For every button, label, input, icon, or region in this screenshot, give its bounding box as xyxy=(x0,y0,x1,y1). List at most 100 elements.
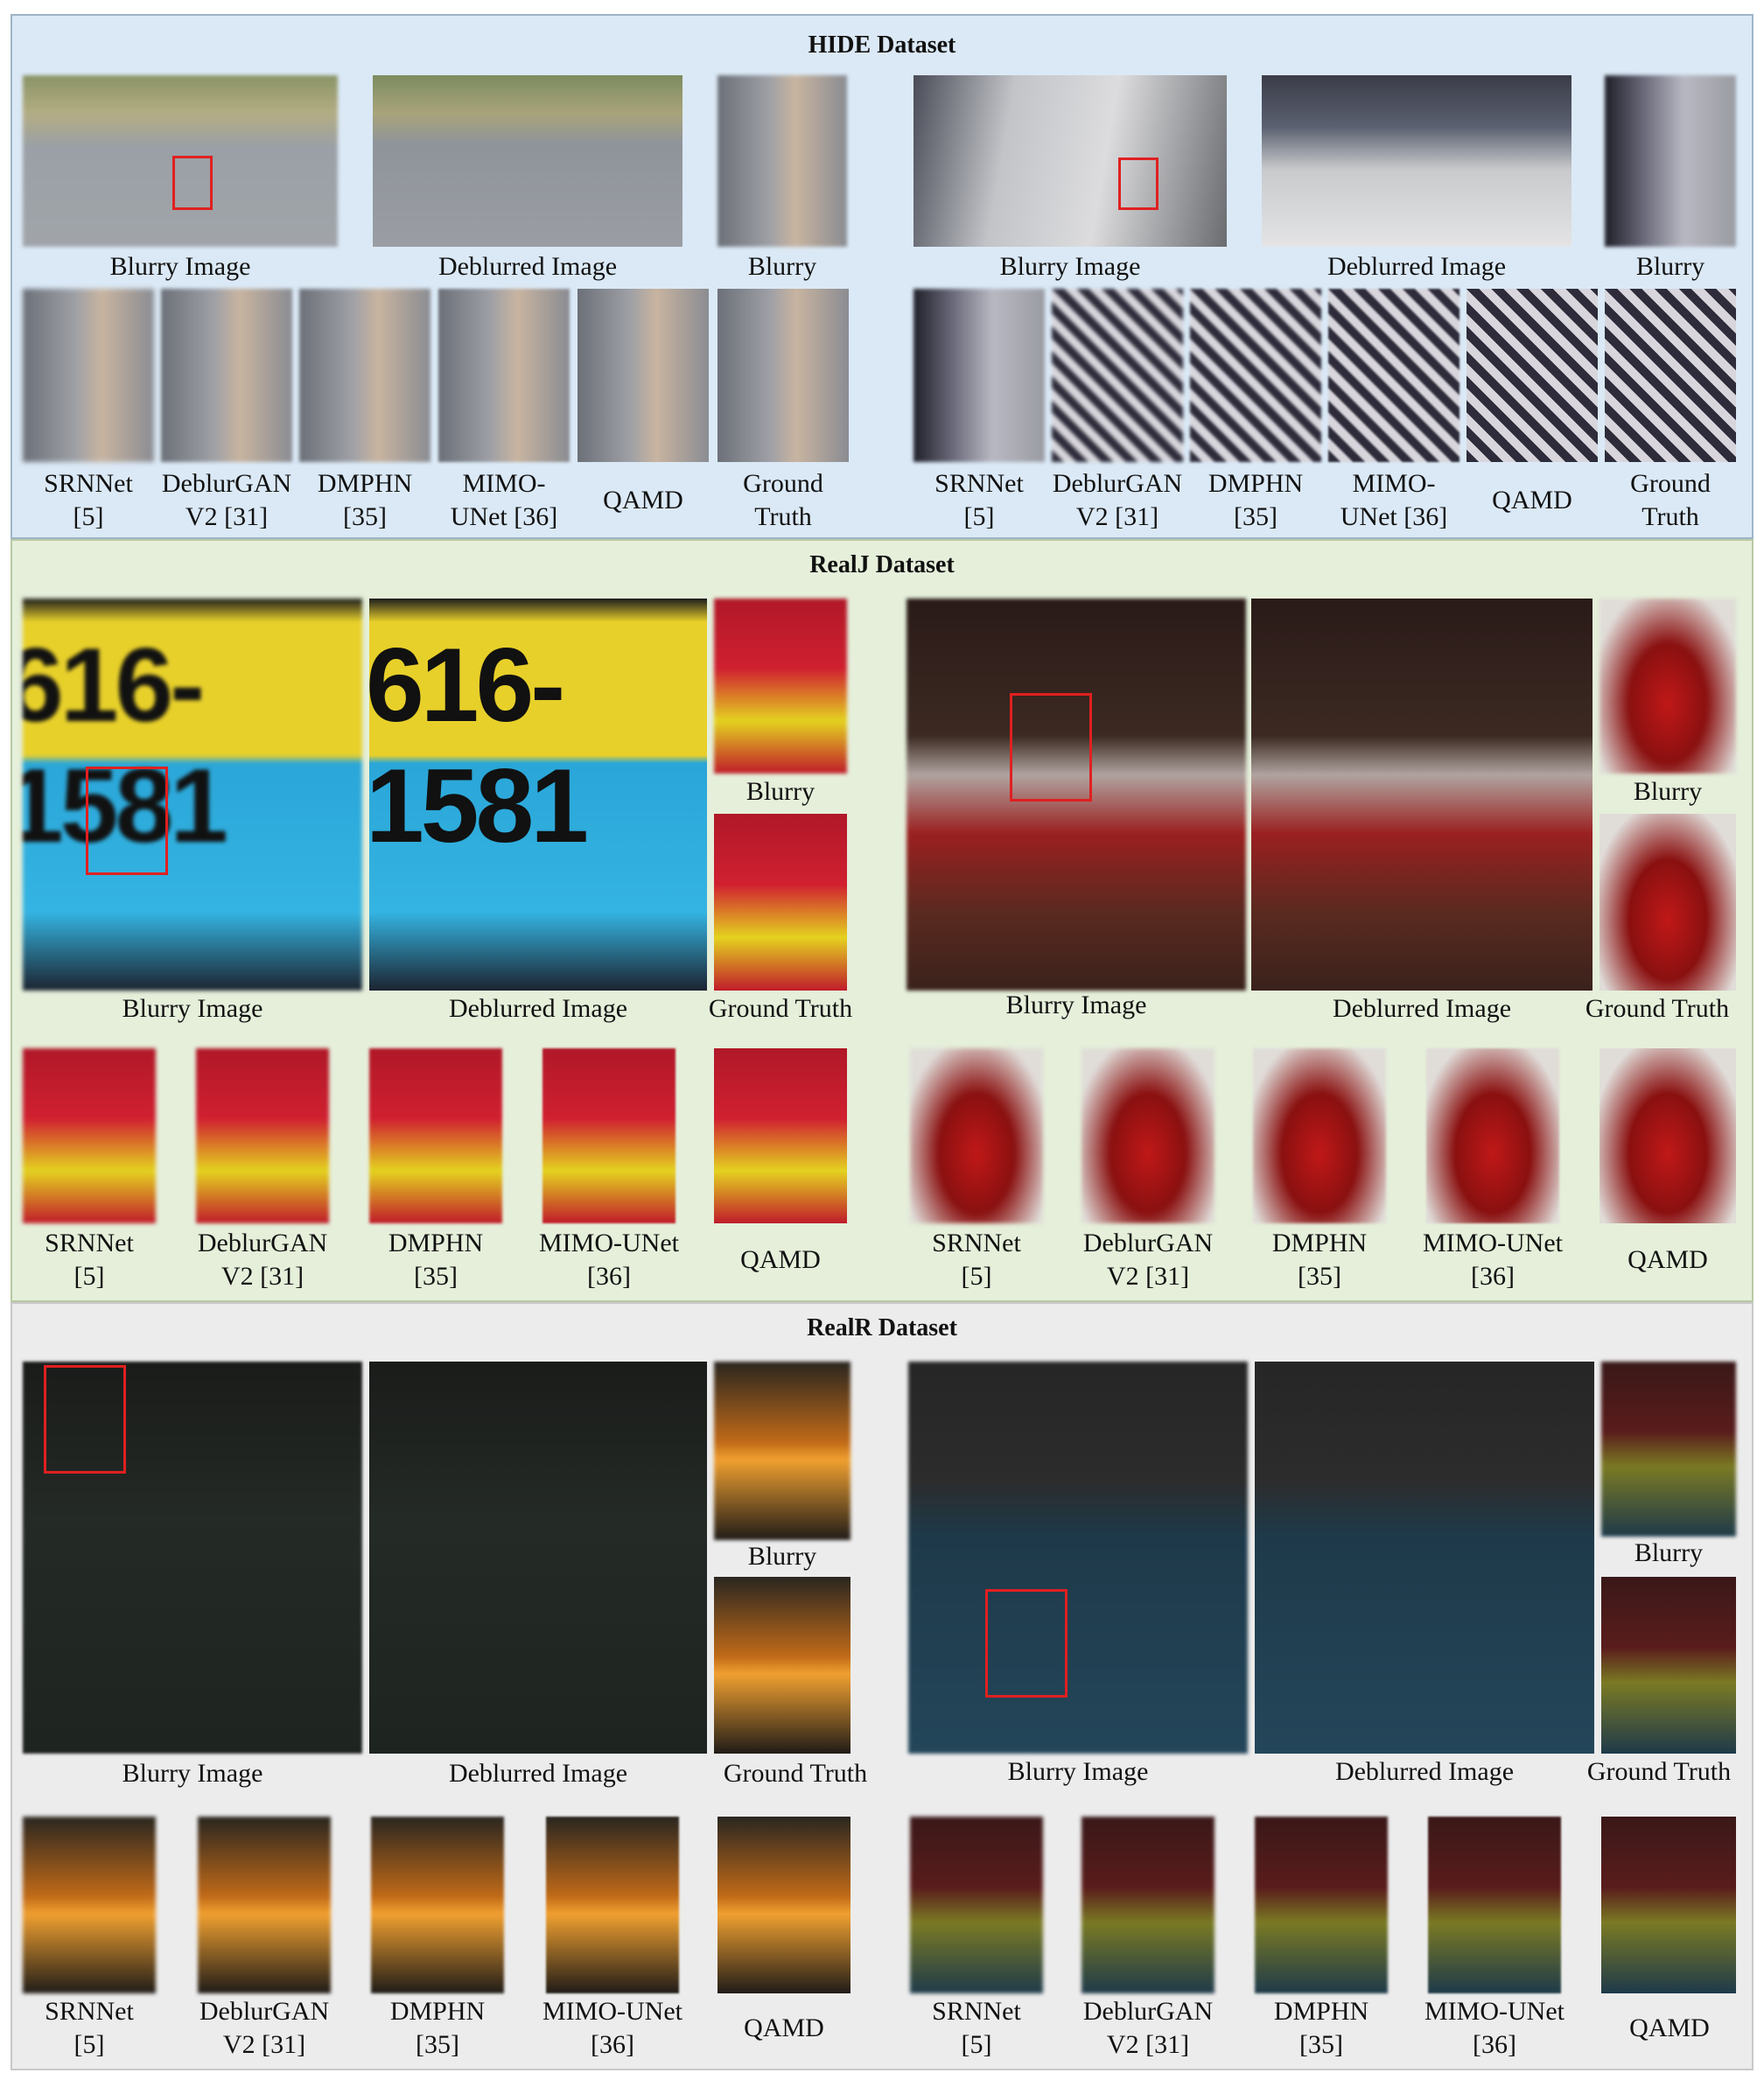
realj-panel: RealJ Dataset 616-1581 616-1581 Blurry B… xyxy=(10,539,1754,1302)
label-ground-truth: Ground Truth xyxy=(1585,994,1730,1023)
label-blurry-image: Blurry Image xyxy=(1007,1757,1149,1786)
crop-srnnet xyxy=(914,289,1045,462)
realr-left-blurry-crop xyxy=(714,1362,850,1540)
sign-number: 616-1581 xyxy=(23,627,228,865)
crop-srnnet xyxy=(910,1048,1043,1223)
crop-srnnet xyxy=(23,1817,156,1993)
label-blurry-image: Blurry Image xyxy=(999,252,1141,281)
realj-left-blurry-crop xyxy=(714,599,847,774)
method-label: QAMD xyxy=(1629,2013,1710,2042)
method-label: MIMO- UNet [36] xyxy=(450,469,558,531)
realj-left-ground-truth-crop xyxy=(714,814,847,991)
method-label: SRNNet [5] xyxy=(45,1229,134,1291)
crop-mimo-unet xyxy=(546,1817,679,1993)
label-ground-truth: Ground Truth xyxy=(723,1759,868,1788)
panel-title: RealJ Dataset xyxy=(809,551,955,578)
crop-region-box xyxy=(985,1589,1068,1698)
method-label: DeblurGAN V2 [31] xyxy=(1052,469,1183,531)
crop-mimo-unet xyxy=(542,1048,676,1223)
method-label: DeblurGAN V2 [31] xyxy=(199,1997,330,2059)
crop-qamd xyxy=(714,1048,847,1223)
method-label: DMPHN [35] xyxy=(1273,1997,1369,2059)
realr-left-deblurred-image xyxy=(369,1362,707,1754)
method-label: DMPHN [35] xyxy=(389,1997,486,2059)
method-label: Ground Truth xyxy=(743,469,823,531)
crop-mimo-unet xyxy=(1426,1048,1559,1223)
method-label: SRNNet [5] xyxy=(932,1997,1021,2059)
hide-right-deblurred-image xyxy=(1262,75,1572,247)
realr-right-blurry-crop xyxy=(1601,1362,1736,1537)
label-blurry-image: Blurry Image xyxy=(1005,991,1147,1019)
method-label: MIMO-UNet [36] xyxy=(542,1997,682,2059)
realr-right-deblurred-image xyxy=(1255,1362,1594,1754)
crop-dmphn xyxy=(1255,1817,1388,1993)
crop-dmphn xyxy=(371,1817,504,1993)
crop-qamd xyxy=(1601,1817,1736,1993)
label-deblurred-image: Deblurred Image xyxy=(1326,252,1507,281)
crop-qamd xyxy=(1466,289,1598,462)
panel-title: HIDE Dataset xyxy=(808,32,956,59)
method-label: Ground Truth xyxy=(1630,469,1711,531)
method-label: QAMD xyxy=(1628,1245,1708,1274)
label-ground-truth: Ground Truth xyxy=(708,994,853,1023)
method-label: MIMO-UNet [36] xyxy=(1423,1229,1563,1291)
realj-left-deblurred-image: 616-1581 xyxy=(369,599,707,991)
label-blurry-image: Blurry Image xyxy=(109,252,251,281)
method-label: QAMD xyxy=(1492,486,1572,515)
crop-mimo-unet xyxy=(438,289,570,462)
method-label: DeblurGAN V2 [31] xyxy=(1082,1229,1214,1291)
hide-left-deblurred-image xyxy=(373,75,682,247)
crop-dmphn xyxy=(1190,289,1321,462)
method-label: SRNNet [5] xyxy=(934,469,1024,531)
label-blurry: Blurry xyxy=(747,252,817,281)
crop-ground-truth xyxy=(718,289,849,462)
method-label: MIMO-UNet [36] xyxy=(539,1229,679,1291)
crop-deblurgan xyxy=(1052,289,1183,462)
method-label: DMPHN [35] xyxy=(1208,469,1304,531)
sign-number: 616-1581 xyxy=(369,627,589,865)
hide-right-blurry-crop xyxy=(1605,75,1736,247)
method-label: QAMD xyxy=(740,1245,821,1274)
method-label: MIMO-UNet [36] xyxy=(1424,1997,1564,2059)
crop-qamd xyxy=(1600,1048,1736,1223)
realj-right-blurry-crop xyxy=(1600,599,1736,774)
label-blurry-image: Blurry Image xyxy=(122,1759,263,1788)
crop-deblurgan xyxy=(1082,1048,1214,1223)
label-blurry: Blurry xyxy=(746,777,816,806)
crop-qamd xyxy=(718,1817,850,1993)
panel-title: RealR Dataset xyxy=(807,1314,957,1341)
crop-srnnet xyxy=(910,1817,1043,1993)
crop-deblurgan xyxy=(161,289,292,462)
crop-dmphn xyxy=(1253,1048,1386,1223)
method-label: DeblurGAN V2 [31] xyxy=(197,1229,328,1291)
label-blurry-image: Blurry Image xyxy=(122,994,263,1023)
hide-panel: HIDE Dataset Blurry Image Deblurred Imag… xyxy=(10,14,1754,539)
label-blurry: Blurry xyxy=(747,1542,817,1571)
crop-deblurgan xyxy=(1082,1817,1214,1993)
method-label: DeblurGAN V2 [31] xyxy=(1082,1997,1214,2059)
crop-region-box xyxy=(86,767,168,875)
method-label: DeblurGAN V2 [31] xyxy=(161,469,292,531)
method-label: DMPHN [35] xyxy=(317,469,413,531)
method-label: DMPHN [35] xyxy=(1271,1229,1368,1291)
crop-srnnet xyxy=(23,1048,156,1223)
realj-right-deblurred-image xyxy=(1251,599,1592,991)
label-deblurred-image: Deblurred Image xyxy=(438,252,618,281)
realr-left-ground-truth-crop xyxy=(714,1577,850,1754)
method-label: SRNNet [5] xyxy=(45,1997,134,2059)
realr-right-ground-truth-crop xyxy=(1601,1577,1736,1754)
crop-dmphn xyxy=(299,289,430,462)
label-deblurred-image: Deblurred Image xyxy=(1334,1757,1515,1786)
method-label: DMPHN [35] xyxy=(388,1229,484,1291)
crop-region-box xyxy=(1118,158,1158,210)
crop-ground-truth xyxy=(1605,289,1736,462)
label-deblurred-image: Deblurred Image xyxy=(448,994,628,1023)
realj-right-ground-truth-crop xyxy=(1600,814,1736,991)
label-ground-truth: Ground Truth xyxy=(1586,1757,1732,1786)
label-blurry: Blurry xyxy=(1634,1538,1704,1567)
method-label: SRNNet [5] xyxy=(44,469,133,531)
crop-region-box xyxy=(172,156,213,210)
label-blurry: Blurry xyxy=(1635,252,1705,281)
realr-panel: RealR Dataset Blurry Blurry Image Deblur… xyxy=(10,1302,1754,2070)
crop-region-box xyxy=(1010,693,1092,802)
